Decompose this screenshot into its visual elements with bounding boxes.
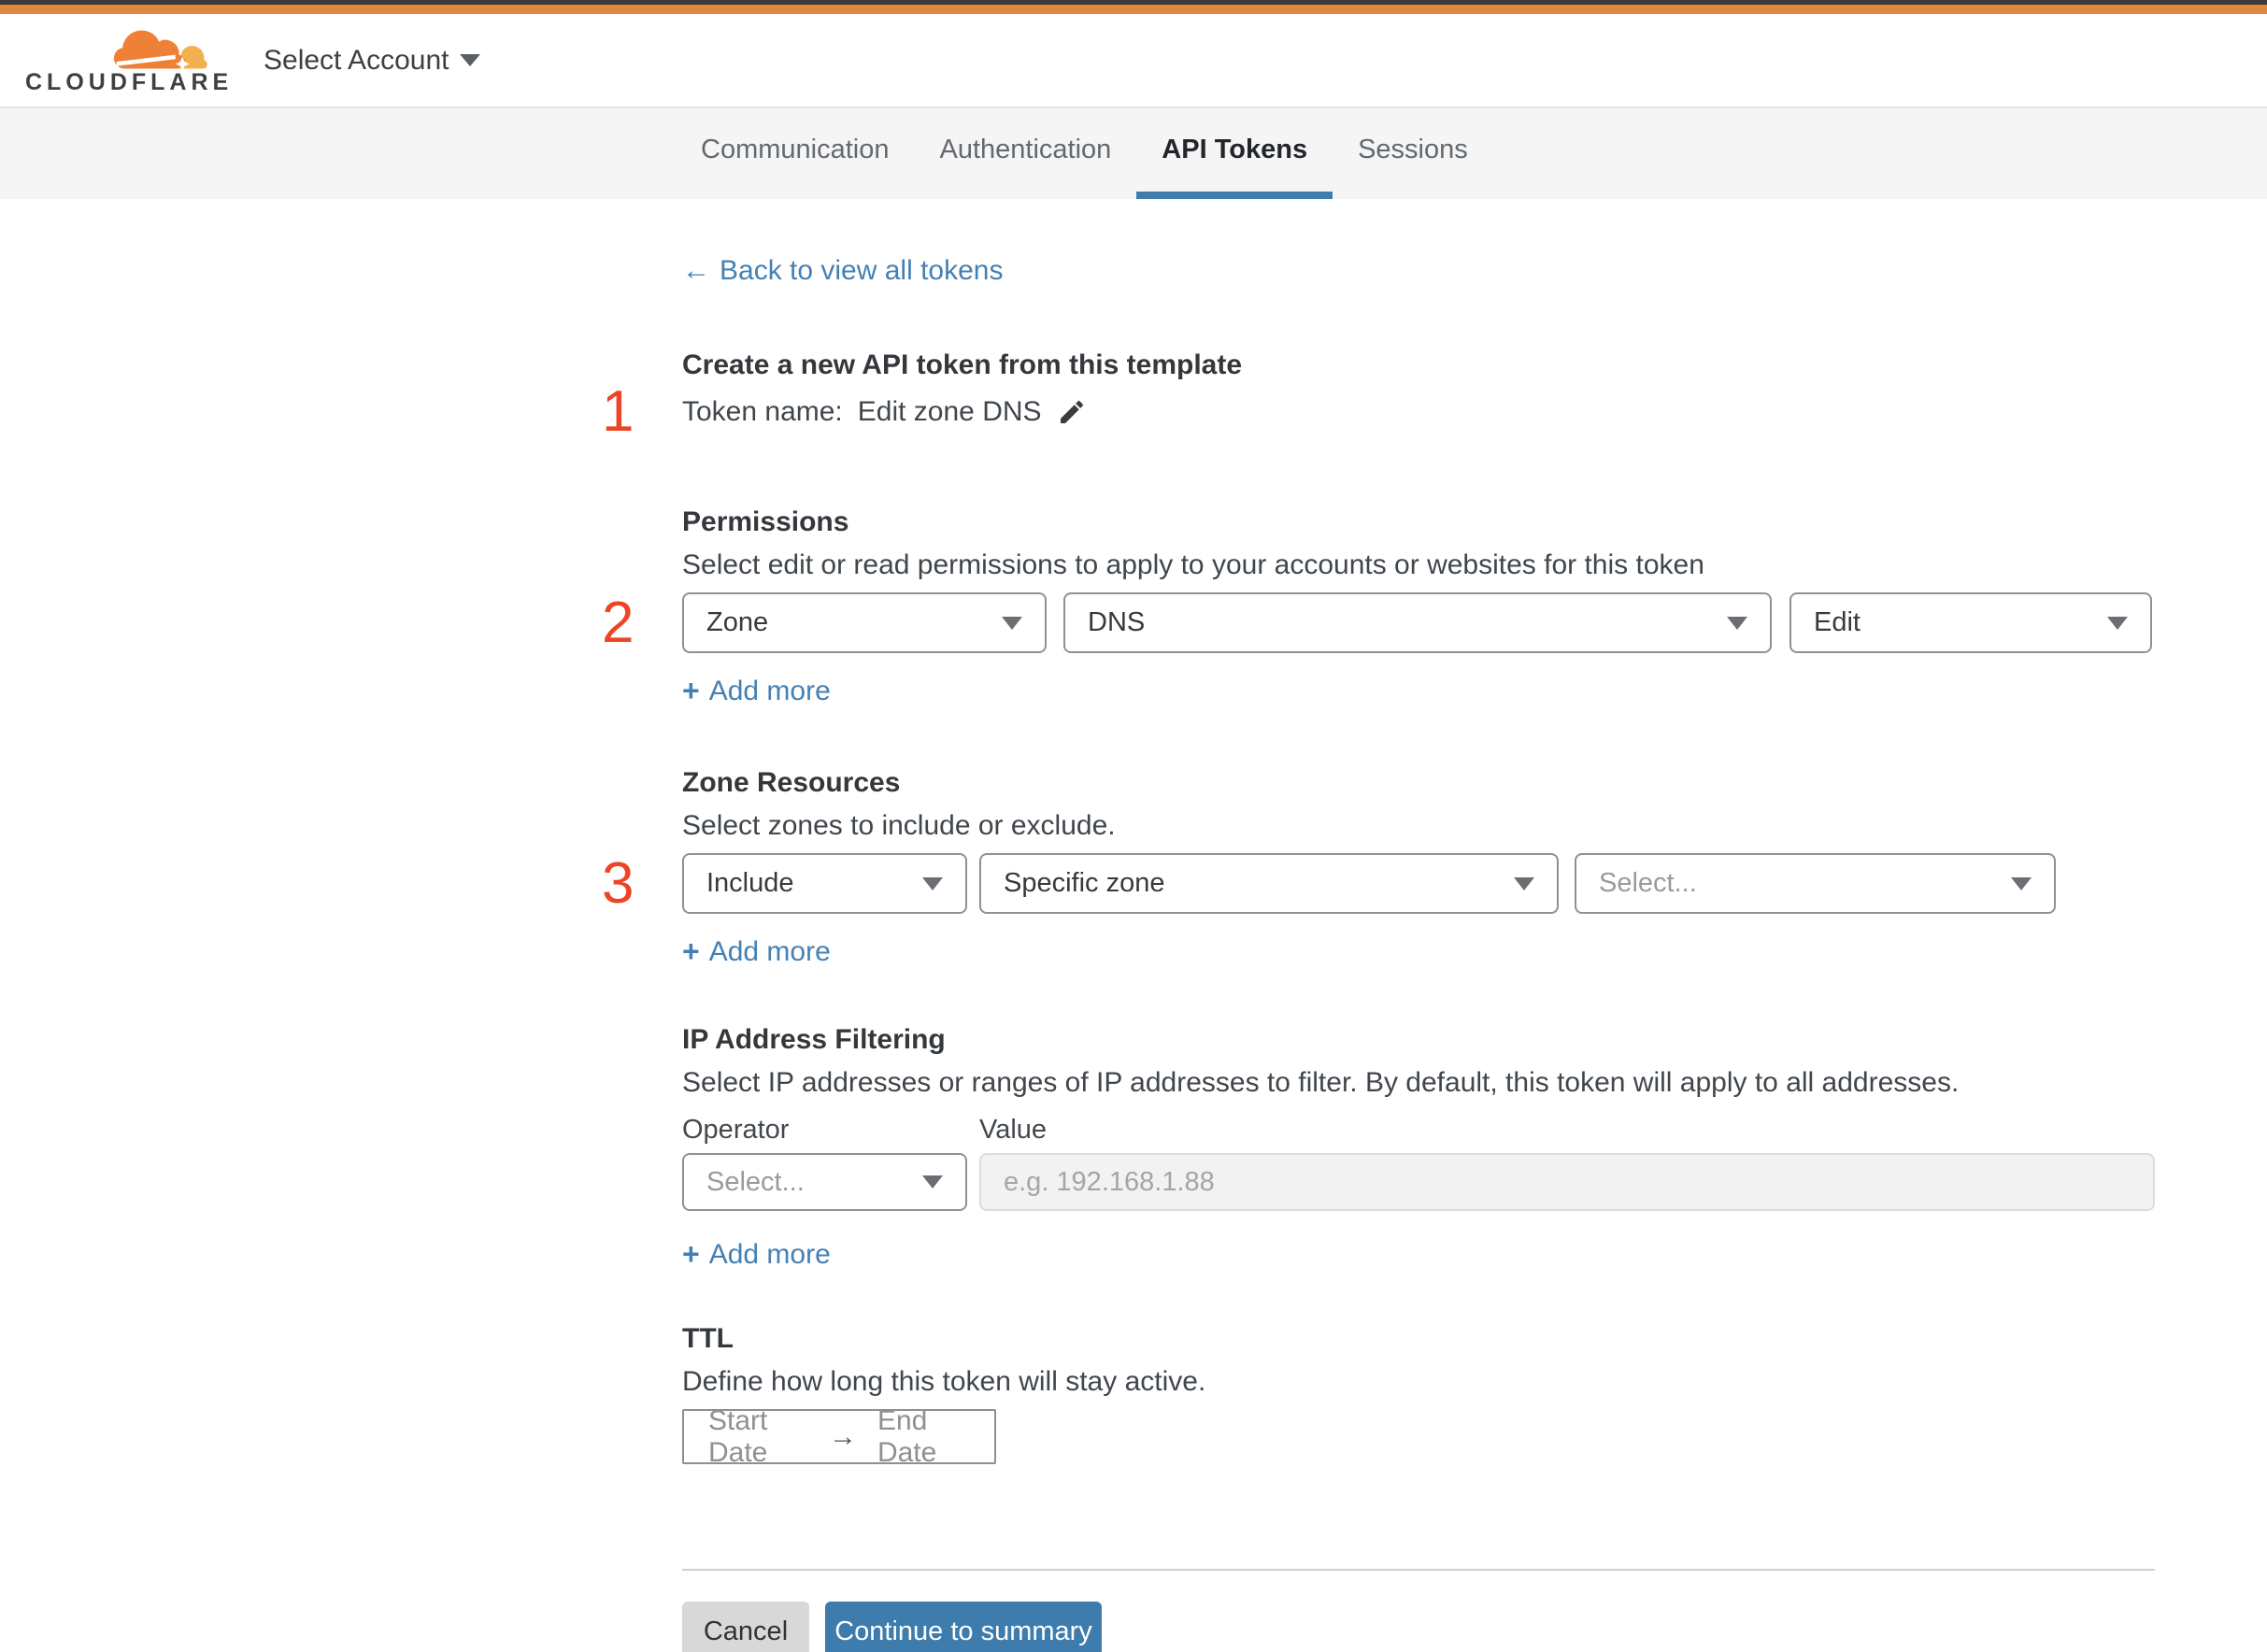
tab-authentication[interactable]: Authentication: [914, 108, 1136, 199]
zone-type-value: Specific zone: [1004, 868, 1165, 898]
permission-scope-value: Zone: [706, 607, 769, 637]
permissions-title: Permissions: [682, 506, 849, 537]
zone-pick-select[interactable]: Select...: [1575, 853, 2056, 914]
app-header: CLOUDFLARE Select Account: [0, 14, 2267, 108]
section-token-name: Create a new API token from this templat…: [602, 347, 2155, 441]
zone-mode-select[interactable]: Include: [682, 853, 967, 914]
edit-pencil-icon[interactable]: [1057, 397, 1087, 427]
zone-resources-add-more-link[interactable]: + Add more: [682, 934, 831, 969]
tab-bar: Communication Authentication API Tokens …: [0, 108, 2267, 199]
footer-divider: [682, 1569, 2155, 1571]
chevron-down-icon: [922, 1175, 943, 1189]
start-date-placeholder: Start Date: [708, 1404, 768, 1468]
permission-access-value: Edit: [1814, 607, 1861, 637]
create-token-heading: Create a new API token from this templat…: [682, 349, 1243, 380]
permission-service-select[interactable]: DNS: [1063, 592, 1772, 653]
permissions-add-more-label: Add more: [708, 675, 831, 706]
section-ip-filtering: IP Address Filtering Select IP addresses…: [682, 1021, 2155, 1272]
permission-service-value: DNS: [1088, 607, 1146, 637]
zone-resources-description: Select zones to include or exclude.: [682, 810, 1116, 841]
tab-api-tokens[interactable]: API Tokens: [1136, 108, 1333, 199]
plus-icon: +: [682, 674, 700, 707]
chevron-down-icon: [1727, 616, 1747, 630]
ip-filtering-add-more-link[interactable]: + Add more: [682, 1237, 831, 1272]
ip-operator-select[interactable]: Select...: [682, 1153, 967, 1211]
chevron-down-icon: [2107, 616, 2128, 630]
account-selector[interactable]: Select Account: [264, 14, 481, 107]
top-orange-bar: [0, 5, 2267, 14]
token-name-value: Edit zone DNS: [857, 396, 1042, 427]
ttl-title: TTL: [682, 1323, 734, 1354]
step-number-1: 1: [602, 379, 634, 444]
end-date-placeholder: End Date: [877, 1404, 937, 1468]
chevron-down-icon: [922, 876, 943, 890]
ip-filtering-add-more-label: Add more: [708, 1238, 831, 1270]
cloudflare-logo[interactable]: CLOUDFLARE: [25, 20, 228, 104]
permission-access-select[interactable]: Edit: [1789, 592, 2152, 653]
zone-type-select[interactable]: Specific zone: [979, 853, 1559, 914]
chevron-down-icon: [1002, 616, 1022, 630]
chevron-down-icon: [1514, 876, 1534, 890]
section-permissions: Permissions Select edit or read permissi…: [602, 504, 2155, 708]
ip-value-input[interactable]: [979, 1153, 2155, 1211]
cancel-button[interactable]: Cancel: [682, 1602, 809, 1652]
value-label: Value: [979, 1115, 1048, 1145]
back-to-tokens-link[interactable]: ← Back to view all tokens: [682, 255, 1003, 287]
tab-communication[interactable]: Communication: [676, 108, 914, 199]
back-link-label: Back to view all tokens: [720, 255, 1004, 286]
account-selector-label: Select Account: [264, 44, 449, 76]
zone-resources-add-more-label: Add more: [708, 935, 831, 967]
plus-icon: +: [682, 934, 700, 968]
step-number-2: 2: [602, 590, 634, 655]
token-name-label: Token name:: [682, 396, 843, 427]
chevron-down-icon: [460, 54, 481, 66]
step-number-3: 3: [602, 850, 634, 916]
zone-mode-value: Include: [706, 868, 794, 898]
permissions-description: Select edit or read permissions to apply…: [682, 549, 1704, 580]
section-ttl: TTL Define how long this token will stay…: [682, 1320, 2155, 1468]
ttl-date-range-picker[interactable]: Start Date → End Date: [682, 1405, 996, 1468]
permissions-add-more-link[interactable]: + Add more: [682, 674, 831, 708]
ip-filtering-title: IP Address Filtering: [682, 1024, 946, 1055]
chevron-down-icon: [2011, 876, 2032, 890]
back-arrow-icon: ←: [682, 255, 710, 286]
tab-sessions[interactable]: Sessions: [1333, 108, 1493, 199]
zone-resources-title: Zone Resources: [682, 767, 901, 798]
ttl-description: Define how long this token will stay act…: [682, 1366, 1206, 1397]
arrow-right-icon: →: [828, 1420, 857, 1452]
section-zone-resources: Zone Resources Select zones to include o…: [602, 764, 2155, 969]
ip-filtering-description: Select IP addresses or ranges of IP addr…: [682, 1067, 1960, 1098]
cloudflare-wordmark: CLOUDFLARE: [25, 69, 234, 95]
ip-operator-placeholder: Select...: [706, 1166, 805, 1197]
continue-to-summary-button[interactable]: Continue to summary: [825, 1602, 1102, 1652]
operator-label: Operator: [682, 1115, 790, 1145]
plus-icon: +: [682, 1237, 700, 1271]
main-content: ← Back to view all tokens Create a new A…: [602, 255, 2155, 1652]
permission-scope-select[interactable]: Zone: [682, 592, 1047, 653]
zone-pick-placeholder: Select...: [1599, 868, 1697, 898]
